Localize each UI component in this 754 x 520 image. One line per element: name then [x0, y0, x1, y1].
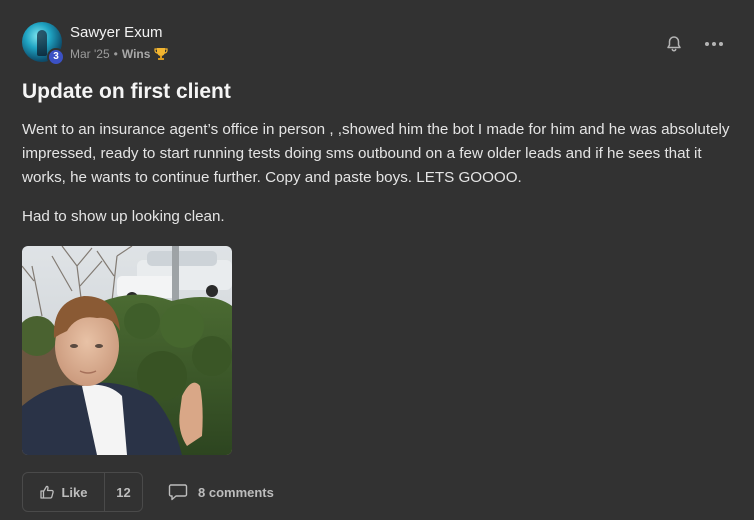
post-date[interactable]: Mar '25: [70, 47, 110, 61]
thumbs-up-icon: [40, 485, 55, 499]
like-button[interactable]: Like: [23, 473, 105, 511]
post-body-paragraph: Had to show up looking clean.: [22, 208, 225, 225]
more-options-icon[interactable]: [702, 34, 726, 54]
bell-icon[interactable]: [664, 34, 684, 54]
post-image[interactable]: [22, 246, 232, 455]
post-category[interactable]: Wins: [122, 47, 151, 61]
like-count[interactable]: 12: [105, 473, 142, 511]
comment-icon: [168, 484, 188, 501]
post-body-paragraph: Went to an insurance agent’s office in p…: [22, 121, 730, 186]
like-label: Like: [61, 484, 88, 500]
comments-button[interactable]: 8 comments: [168, 481, 274, 503]
post-meta: Mar '25 • Wins: [70, 47, 169, 61]
meta-separator: •: [113, 47, 118, 61]
post-title: Update on first client: [22, 80, 231, 103]
trophy-icon: [154, 48, 169, 60]
post-card: 3 Sawyer Exum Mar '25 • Wins Update on f…: [0, 0, 754, 520]
like-control: Like 12: [22, 472, 143, 512]
author-name[interactable]: Sawyer Exum: [70, 24, 163, 41]
level-badge: 3: [47, 48, 65, 66]
author-avatar[interactable]: 3: [22, 22, 65, 66]
comments-label: 8 comments: [198, 484, 274, 500]
